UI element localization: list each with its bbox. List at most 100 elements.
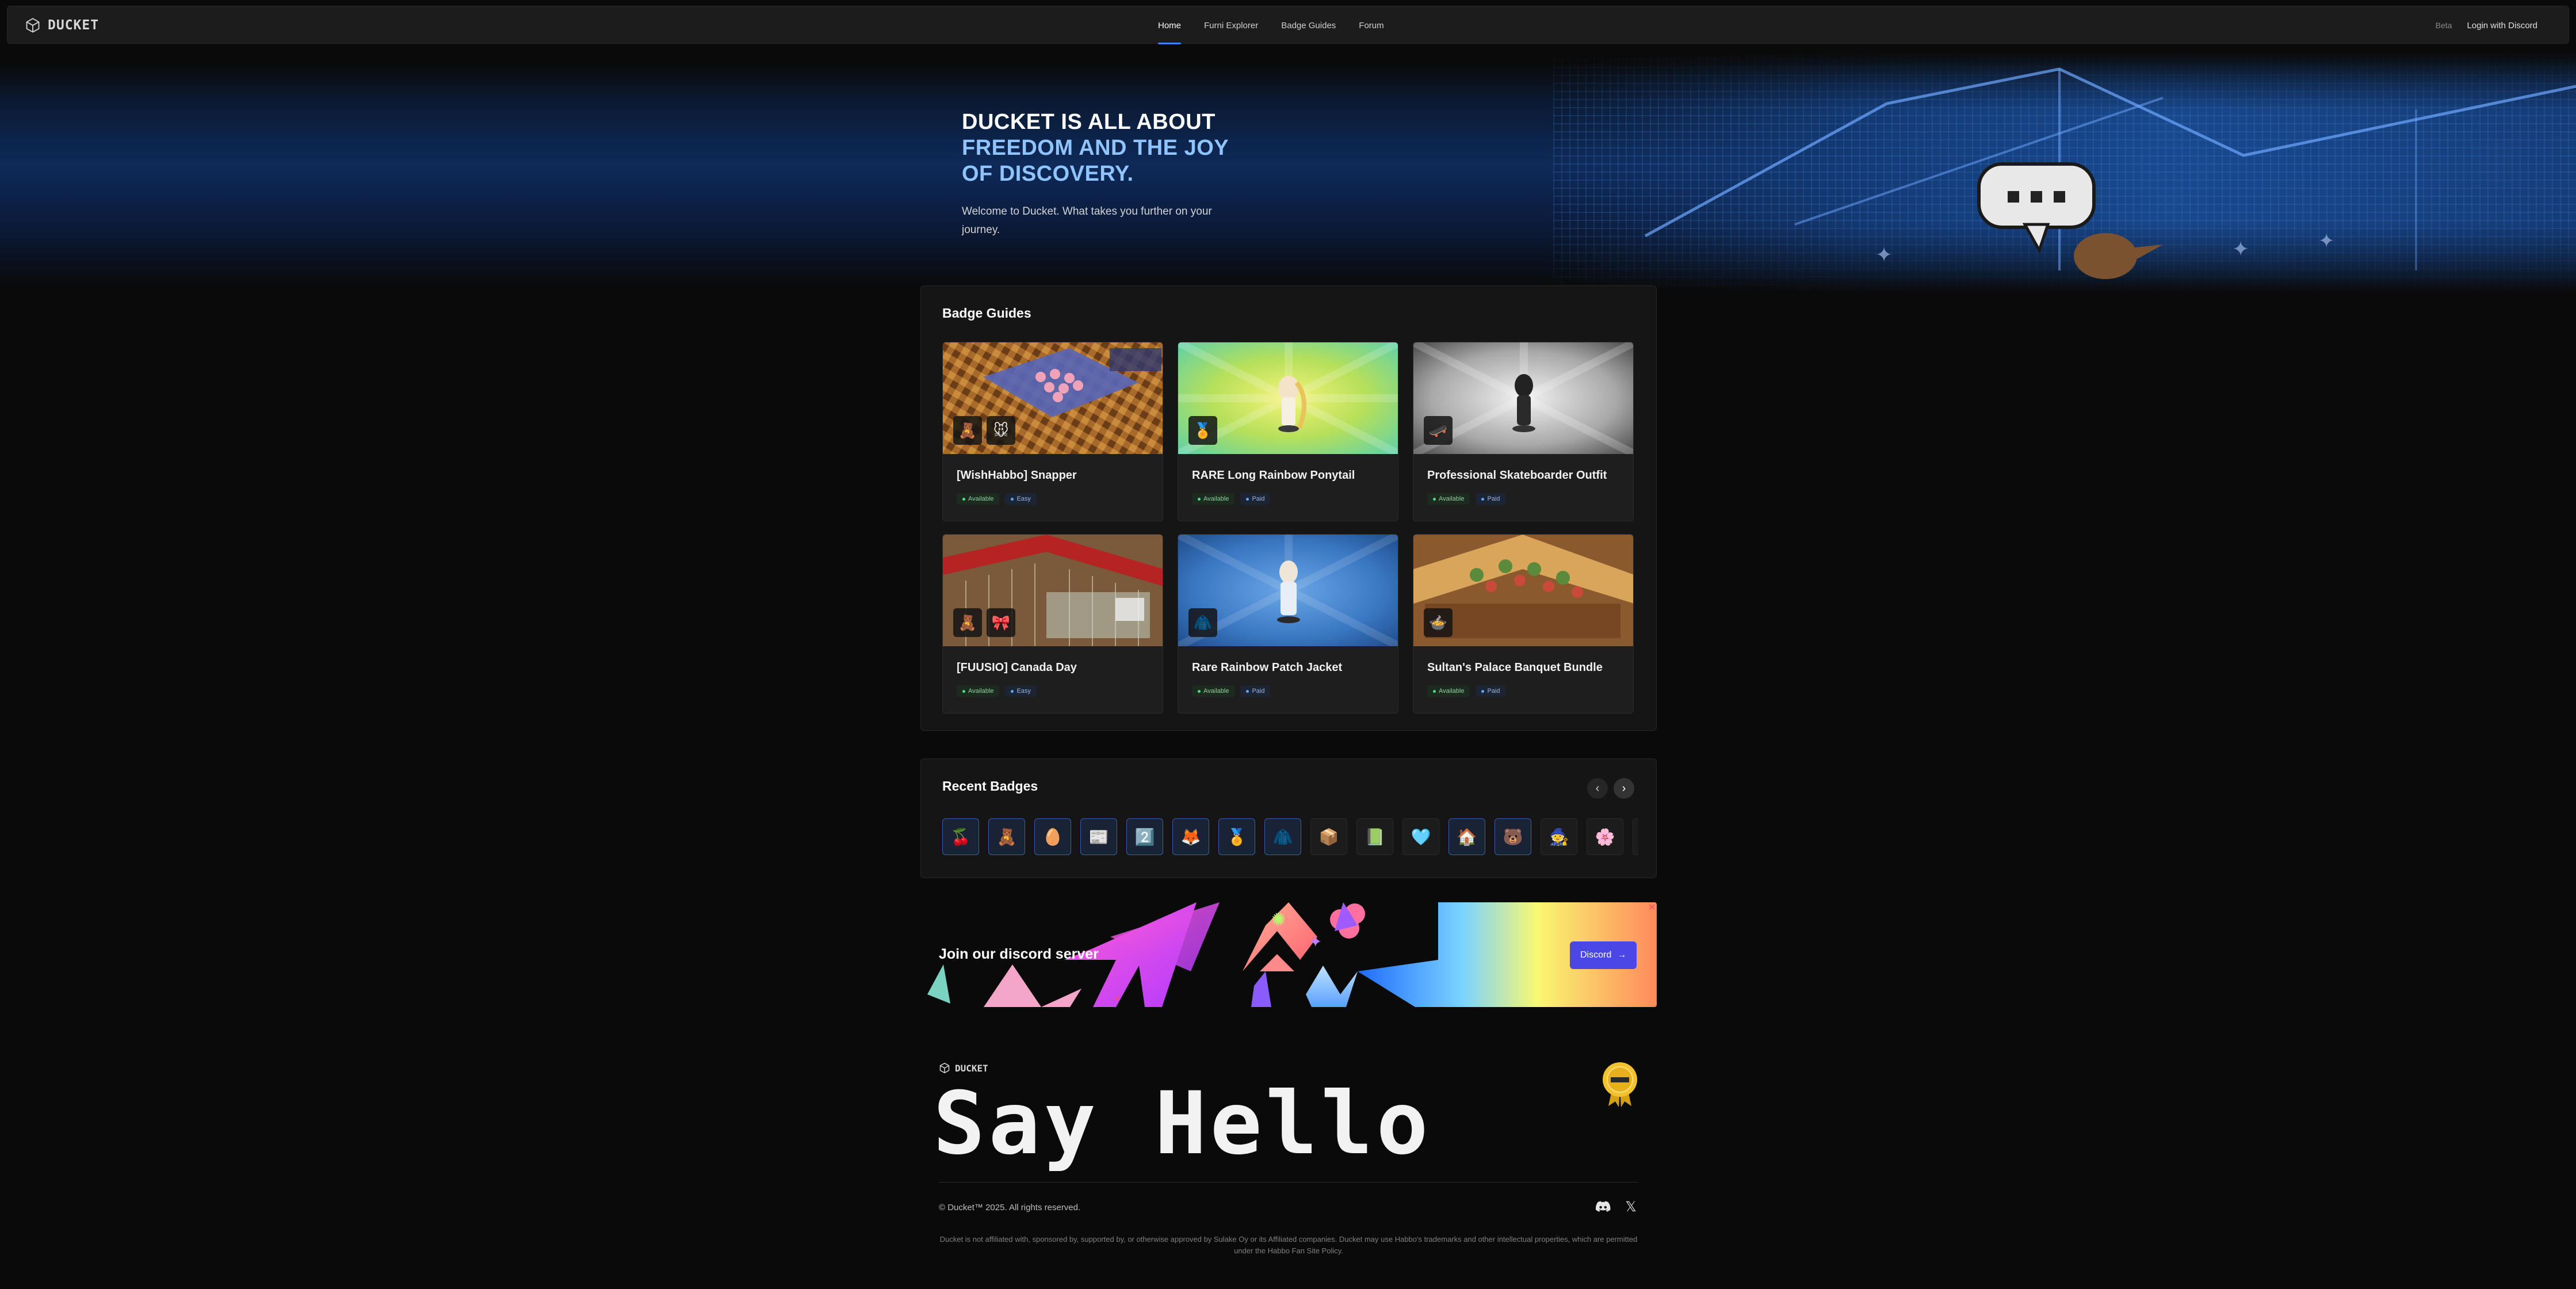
guide-card[interactable]: 🛹 Professional Skateboarder Outfit Avail… (1413, 342, 1634, 521)
hero-title: DUCKET IS ALL ABOUT FREEDOM AND THE JOY … (962, 109, 1261, 187)
guide-card-title: Sultan's Palace Banquet Bundle (1427, 661, 1603, 674)
badge-icon: 🐭 (987, 416, 1015, 445)
recent-badge[interactable]: 🥚 (1034, 818, 1071, 855)
difficulty-tag: Easy (1005, 493, 1037, 505)
guide-card-title: [WishHabbo] Snapper (957, 469, 1077, 482)
x-logo-icon[interactable]: 𝕏 (1623, 1199, 1638, 1215)
guide-card[interactable]: 🧥 Rare Rainbow Patch Jacket Available Pa… (1178, 534, 1398, 714)
recent-badge[interactable]: 2️⃣ (1126, 818, 1163, 855)
recent-badges-panel: Recent Badges ‹ › 🍒 🧸 🥚 📰 2️⃣ 🦊 🏅 🧥 📦 📗 … (920, 758, 1657, 878)
guide-card-tags: Available Paid (1192, 493, 1271, 505)
svg-text:✦: ✦ (1875, 243, 1893, 266)
guide-card-badges: 🛹 (1424, 416, 1453, 445)
cube-icon (26, 18, 40, 33)
say-hello-heading: Say Hello (933, 1074, 1432, 1174)
hero-subtitle: Welcome to Ducket. What takes you furthe… (962, 205, 1212, 236)
recent-badge[interactable]: 🐻 (1495, 818, 1531, 855)
recent-badge[interactable]: 🌸 (1587, 818, 1623, 855)
copyright-text: © Ducket™ 2025. All rights reserved. (939, 1203, 1081, 1212)
login-discord-button[interactable]: Login with Discord (2467, 21, 2537, 30)
top-nav: DUCKET Home Furni Explorer Badge Guides … (7, 6, 2569, 44)
recent-badge[interactable]: 🏅 (1218, 818, 1255, 855)
arrow-right-icon: → (1617, 950, 1627, 960)
badge-icon: 🎀 (987, 608, 1015, 637)
x-logo-glyph: 𝕏 (1625, 1199, 1637, 1215)
nav-home[interactable]: Home (1158, 6, 1182, 44)
guide-card[interactable]: 🧸 🐭 [WishHabbo] Snapper Available Easy (942, 342, 1163, 521)
guide-card-badges: 🍲 (1424, 608, 1453, 637)
hero-title-accent: FREEDOM AND THE JOY OF DISCOVERY. (962, 136, 1229, 186)
recent-badge[interactable]: 🩵 (1402, 818, 1439, 855)
speech-bubble-icon (1977, 162, 2096, 254)
carousel-controls: ‹ › (1587, 778, 1634, 799)
chevron-left-icon[interactable]: ‹ (1587, 778, 1608, 799)
svg-text:✦: ✦ (1309, 933, 1322, 951)
social-links: 𝕏 (1596, 1199, 1638, 1215)
guide-card-tags: Available Paid (1192, 685, 1271, 697)
nav-forum[interactable]: Forum (1359, 6, 1383, 44)
guide-card[interactable]: 🧸 🎀 [FUUSIO] Canada Day Available Easy (942, 534, 1163, 714)
disclaimer-text: Ducket is not affiliated with, sponsored… (939, 1235, 1638, 1255)
status-tag: Available (1192, 493, 1235, 505)
status-tag: Available (957, 685, 1000, 697)
badge-guides-panel: Badge Guides 🧸 🐭 [WishHabbo] Snapper Ava… (920, 285, 1657, 731)
difficulty-tag: Easy (1005, 685, 1037, 697)
badge-icon: 🧥 (1188, 608, 1217, 637)
status-tag: Available (957, 493, 1000, 505)
guide-card-badges: 🏅 (1188, 416, 1217, 445)
guide-card-tags: Available Paid (1427, 685, 1506, 697)
badge-icon: 🛹 (1424, 416, 1453, 445)
recent-badge[interactable]: 🧙 (1541, 818, 1577, 855)
chevron-right-icon[interactable]: › (1614, 778, 1634, 799)
difficulty-tag: Paid (1476, 493, 1506, 505)
nav-badge-guides[interactable]: Badge Guides (1281, 6, 1336, 44)
recent-badge[interactable] (1633, 818, 1638, 855)
recent-badges-row: 🍒 🧸 🥚 📰 2️⃣ 🦊 🏅 🧥 📦 📗 🩵 🏠 🐻 🧙 🌸 (942, 818, 1638, 855)
footer-divider (939, 1182, 1638, 1183)
badge-icon: 🧸 (953, 608, 982, 637)
status-tag: Available (1427, 493, 1470, 505)
guide-card-badges: 🧸 🐭 (953, 416, 1015, 445)
recent-badge[interactable]: 🏠 (1448, 818, 1485, 855)
recent-badge[interactable]: 🍒 (942, 818, 979, 855)
nav-furni-explorer[interactable]: Furni Explorer (1204, 6, 1258, 44)
discord-button[interactable]: Discord → (1570, 941, 1637, 969)
discord-cta-text: Join our discord server (939, 946, 1099, 962)
discord-button-label: Discord (1580, 950, 1612, 960)
guide-card-badges: 🧥 (1188, 608, 1217, 637)
guide-card-tags: Available Easy (957, 685, 1037, 697)
badge-guides-title: Badge Guides (942, 306, 1031, 321)
recent-badge[interactable]: 🦊 (1172, 818, 1209, 855)
guide-card-badges: 🧸 🎀 (953, 608, 1015, 637)
nav-right: Beta Login with Discord (2436, 6, 2537, 44)
guide-card[interactable]: 🍲 Sultan's Palace Banquet Bundle Availab… (1413, 534, 1634, 714)
recent-badge[interactable]: 📦 (1310, 818, 1347, 855)
recent-badge[interactable]: 📗 (1356, 818, 1393, 855)
svg-text:✦: ✦ (2232, 237, 2249, 261)
guide-card-tags: Available Easy (957, 493, 1037, 505)
svg-text:✕: ✕ (1648, 903, 1656, 913)
guide-card-tags: Available Paid (1427, 493, 1506, 505)
recent-badges-title: Recent Badges (942, 779, 1038, 794)
badge-icon: 🍲 (1424, 608, 1453, 637)
discord-icon[interactable] (1596, 1199, 1611, 1214)
guide-card-title: RARE Long Rainbow Ponytail (1192, 469, 1355, 482)
recent-badge[interactable]: 🧥 (1264, 818, 1301, 855)
difficulty-tag: Paid (1476, 685, 1506, 697)
svg-text:✕: ✕ (1114, 994, 1121, 1003)
svg-text:✺: ✺ (1271, 910, 1286, 929)
hero-title-line: DUCKET IS ALL ABOUT (962, 110, 1216, 134)
badge-icon: 🧸 (953, 416, 982, 445)
recent-badge[interactable]: 🧸 (988, 818, 1025, 855)
status-tag: Available (1192, 685, 1235, 697)
nav-links: Home Furni Explorer Badge Guides Forum (1158, 6, 1384, 44)
award-seal-icon (1603, 1062, 1637, 1107)
brand-logo[interactable]: DUCKET (25, 6, 99, 44)
recent-badge[interactable]: 📰 (1080, 818, 1117, 855)
status-tag: Available (1427, 685, 1470, 697)
svg-text:✦: ✦ (2318, 230, 2335, 252)
guide-card[interactable]: 🏅 RARE Long Rainbow Ponytail Available P… (1178, 342, 1398, 521)
guide-card-title: Professional Skateboarder Outfit (1427, 469, 1607, 482)
difficulty-tag: Paid (1240, 493, 1271, 505)
badge-icon: 🏅 (1188, 416, 1217, 445)
